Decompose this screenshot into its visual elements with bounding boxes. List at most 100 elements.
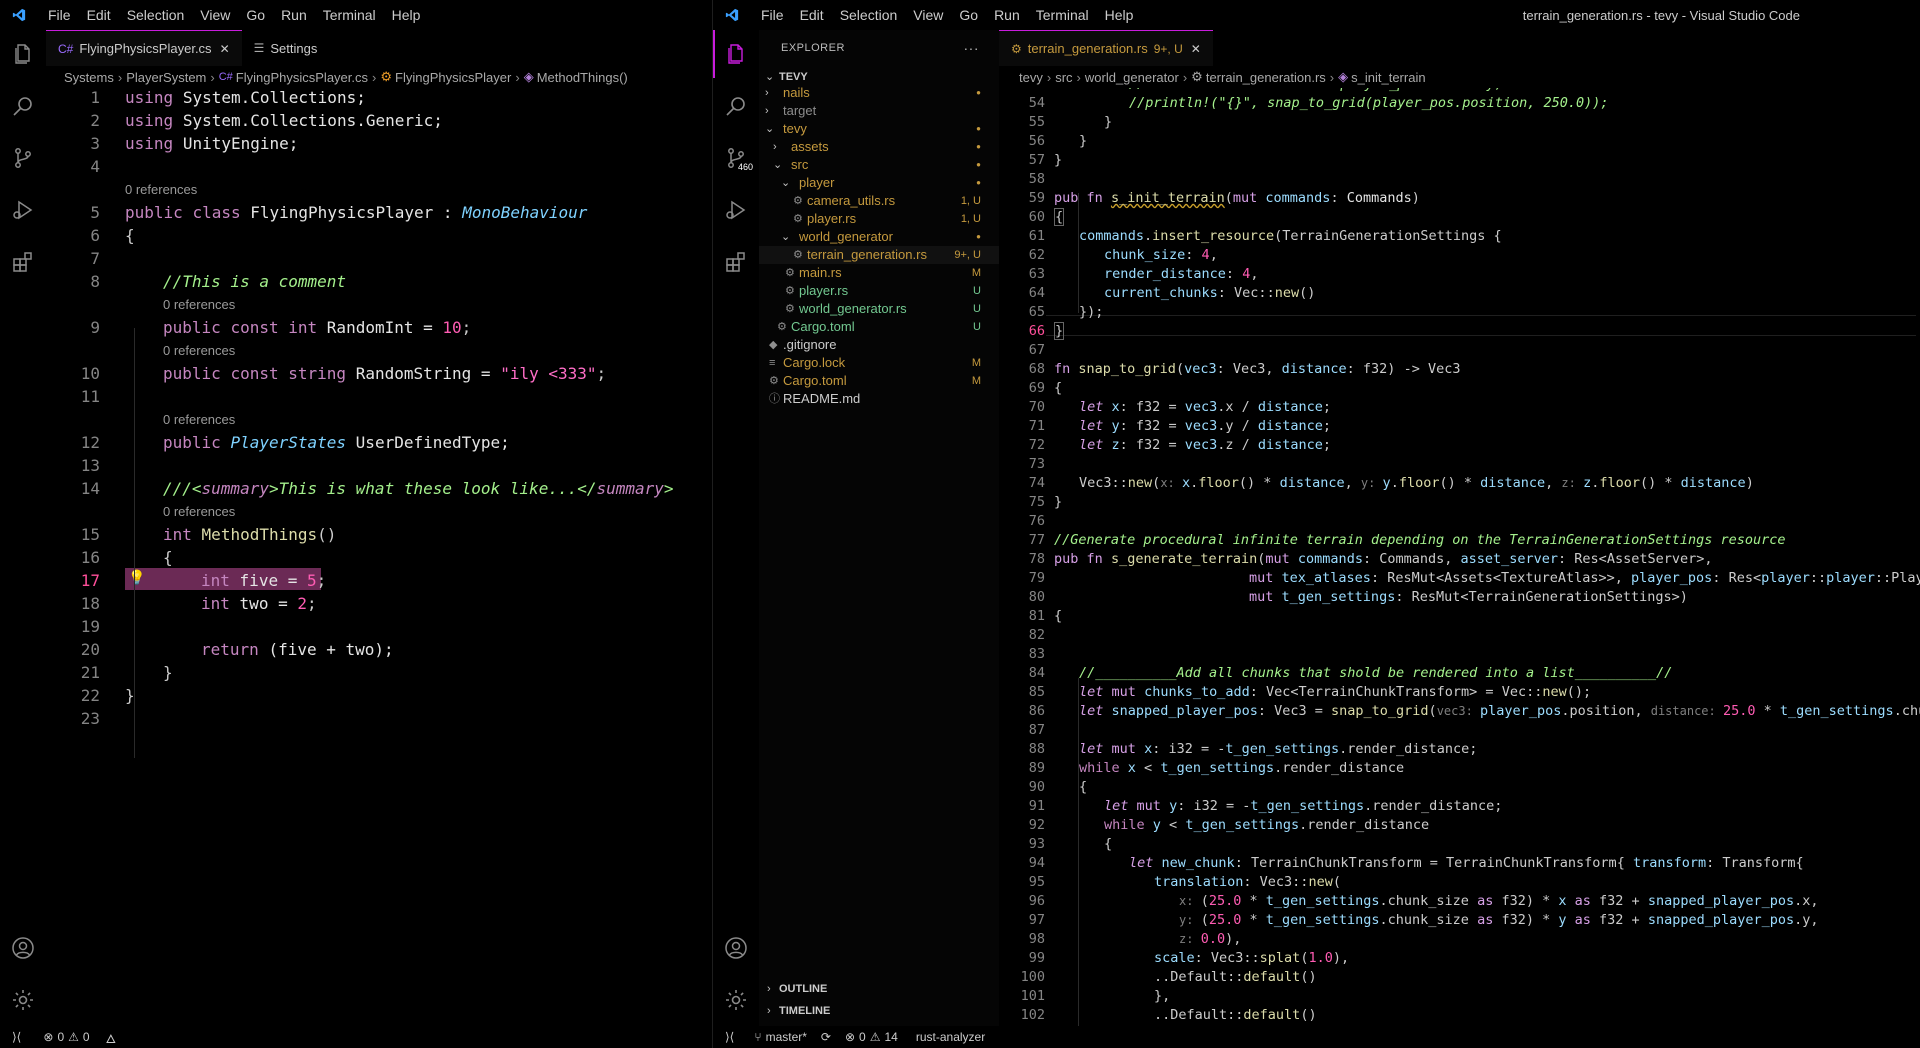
language-server-status[interactable]: rust-analyzer <box>916 1030 985 1044</box>
git-branch[interactable]: ⑂ master* <box>754 1030 807 1044</box>
remote-icon[interactable]: ⟩⟨ <box>12 1030 21 1044</box>
breadcrumb-item[interactable]: terrain_generation.rs <box>1206 70 1326 85</box>
tab-label: FlyingPhysicsPlayer.cs <box>79 41 212 56</box>
menu-help[interactable]: Help <box>1097 0 1142 30</box>
tree-folder[interactable]: › nails ● <box>759 84 999 102</box>
manage-gear-icon[interactable] <box>722 986 750 1014</box>
menu-terminal[interactable]: Terminal <box>1028 0 1097 30</box>
breadcrumb-item[interactable]: Systems <box>64 70 114 85</box>
rust-file-icon: ⚙ <box>1011 41 1022 56</box>
menu-view[interactable]: View <box>192 0 238 30</box>
code-editor-right[interactable]: //transform.translation = player_pos.vel… <box>999 88 1920 1026</box>
breadcrumb-item[interactable]: PlayerSystem <box>126 70 206 85</box>
tree-item-label: camera_utils.rs <box>807 193 896 208</box>
flame-icon[interactable]: 🜂 <box>106 1025 117 1048</box>
explorer-icon[interactable] <box>722 40 750 68</box>
problems-indicator[interactable]: ⊗ 0 ⚠ 0 <box>43 1030 89 1044</box>
tree-file[interactable]: ⚙ terrain_generation.rs 9+, U <box>759 246 999 264</box>
warning-icon: ⚠ <box>68 1030 79 1044</box>
tree-file[interactable]: ⚙ camera_utils.rs 1, U <box>759 192 999 210</box>
tree-file[interactable]: ◆ .gitignore <box>759 336 999 354</box>
code-editor-left[interactable]: 💡 1 using System.Collections; 2 using Syst… <box>46 88 713 1026</box>
codelens[interactable]: 0 references <box>125 182 197 197</box>
search-icon[interactable] <box>722 92 750 120</box>
explorer-icon[interactable] <box>9 40 37 68</box>
menu-selection[interactable]: Selection <box>119 0 193 30</box>
tree-item-label: player.rs <box>799 283 849 298</box>
extensions-icon[interactable] <box>722 248 750 276</box>
manage-gear-icon[interactable] <box>9 986 37 1014</box>
breadcrumb-item[interactable]: FlyingPhysicsPlayer <box>395 70 511 85</box>
menu-go[interactable]: Go <box>951 0 986 30</box>
tab-flyingphysicsplayer[interactable]: C# FlyingPhysicsPlayer.cs ✕ <box>46 30 242 66</box>
menu-file[interactable]: File <box>753 0 792 30</box>
source-control-icon[interactable] <box>9 144 37 172</box>
tree-file[interactable]: ⚙ world_generator.rs U <box>759 300 999 318</box>
account-icon[interactable] <box>722 934 750 962</box>
tree-folder[interactable]: ⌄ world_generator ● <box>759 228 999 246</box>
tree-folder[interactable]: › target <box>759 102 999 120</box>
menu-selection[interactable]: Selection <box>832 0 906 30</box>
chevron-down-icon: ⌄ <box>781 231 791 243</box>
toml-gear-icon: ⚙ <box>769 375 779 387</box>
status-bar: ⟩⟨ ⊗ 0 ⚠ 0 🜂 <box>0 1026 713 1048</box>
menu-run[interactable]: Run <box>986 0 1028 30</box>
source-control-icon[interactable]: 460 <box>722 144 756 172</box>
menu-view[interactable]: View <box>905 0 951 30</box>
tree-file[interactable]: ⚙ Cargo.toml U <box>759 318 999 336</box>
lightbulb-icon[interactable]: 💡 <box>128 570 145 586</box>
tree-file[interactable]: ⚙ player.rs 1, U <box>759 210 999 228</box>
tree-item-label: world_generator.rs <box>799 301 907 316</box>
function-icon: ◈ <box>1338 69 1349 84</box>
menu-run[interactable]: Run <box>273 0 315 30</box>
tree-file[interactable]: ⚙ player.rs U <box>759 282 999 300</box>
account-icon[interactable] <box>9 934 37 962</box>
remote-icon[interactable]: ⟩⟨ <box>725 1030 734 1044</box>
run-debug-icon[interactable] <box>722 196 750 224</box>
menu-go[interactable]: Go <box>238 0 273 30</box>
more-actions-icon[interactable]: ··· <box>964 30 980 66</box>
breadcrumb-item[interactable]: s_init_terrain <box>1351 70 1425 85</box>
codelens[interactable]: 0 references <box>163 504 235 519</box>
extensions-icon[interactable] <box>9 248 37 276</box>
outline-section[interactable]: › OUTLINE <box>759 978 999 1000</box>
breadcrumb-item[interactable]: FlyingPhysicsPlayer.cs <box>236 70 368 85</box>
search-icon[interactable] <box>9 92 37 120</box>
menu-terminal[interactable]: Terminal <box>315 0 384 30</box>
tree-file[interactable]: ⓘ README.md <box>759 390 999 408</box>
breadcrumb-item[interactable]: world_generator <box>1085 70 1179 85</box>
tab-decoration: 9+, U <box>1153 41 1183 56</box>
tab-terrain-generation[interactable]: ⚙ terrain_generation.rs 9+, U ✕ <box>999 30 1213 66</box>
breadcrumb-item[interactable]: tevy <box>1019 70 1043 85</box>
codelens[interactable]: 0 references <box>163 412 235 427</box>
breadcrumb-item[interactable]: MethodThings() <box>537 70 628 85</box>
close-icon[interactable]: ✕ <box>220 42 230 56</box>
editor-tabs: ⚙ terrain_generation.rs 9+, U ✕ <box>999 30 1213 66</box>
chevron-right-icon: › <box>765 105 769 117</box>
menu-file[interactable]: File <box>40 0 79 30</box>
close-icon[interactable]: ✕ <box>1191 42 1201 56</box>
rust-file-icon: ⚙ <box>785 267 795 279</box>
tab-settings[interactable]: ☰ Settings <box>242 30 330 66</box>
timeline-section[interactable]: › TIMELINE <box>759 1000 999 1022</box>
csharp-icon: C# <box>218 71 233 83</box>
codelens[interactable]: 0 references <box>163 297 235 312</box>
tree-folder[interactable]: ⌄ player ● <box>759 174 999 192</box>
menu-edit[interactable]: Edit <box>79 0 119 30</box>
tree-item-label: player <box>799 175 835 190</box>
sync-icon[interactable]: ⟳ <box>821 1030 831 1044</box>
tree-folder[interactable]: › assets ● <box>759 138 999 156</box>
breadcrumb-item[interactable]: src <box>1055 70 1072 85</box>
tree-folder[interactable]: ⌄ tevy ● <box>759 120 999 138</box>
tree-file[interactable]: ⚙ main.rs M <box>759 264 999 282</box>
menu-help[interactable]: Help <box>384 0 429 30</box>
codelens[interactable]: 0 references <box>163 343 235 358</box>
problems-indicator[interactable]: ⊗ 0 ⚠ 14 <box>845 1030 898 1044</box>
menu-edit[interactable]: Edit <box>792 0 832 30</box>
tree-folder[interactable]: ⌄ src ● <box>759 156 999 174</box>
run-debug-icon[interactable] <box>9 196 37 224</box>
tree-file[interactable]: ⚙ Cargo.toml M <box>759 372 999 390</box>
git-decoration: 9+, U <box>954 249 981 261</box>
tree-file[interactable]: ≡ Cargo.lock M <box>759 354 999 372</box>
class-icon: ⚙ <box>380 69 393 84</box>
